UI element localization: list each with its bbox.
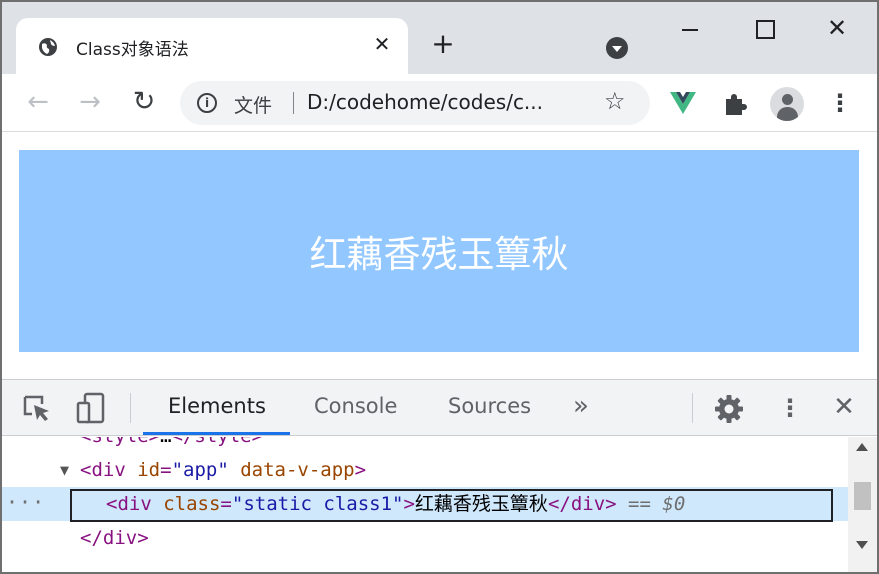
devtools-toolbar: Elements Console Sources » ⋮ ✕ [2, 380, 877, 436]
browser-menu-icon[interactable]: ⋮ [828, 88, 852, 118]
active-tab-indicator [143, 432, 290, 435]
bookmark-star-icon[interactable]: ☆ [604, 87, 626, 115]
window-close-button[interactable]: ✕ [822, 16, 852, 42]
security-label: 文件 [234, 95, 273, 117]
puzzle-icon[interactable] [722, 91, 748, 117]
banner-text: 红藕香残玉簟秋 [309, 233, 569, 276]
reload-button[interactable]: ↻ [130, 88, 158, 116]
attr-name: data-v-app [240, 459, 355, 481]
dom-line-app[interactable]: ▼ <div id="app" data-v-app> [2, 453, 848, 487]
browser-tab[interactable]: Class对象语法 ✕ [16, 18, 408, 74]
dom-line-app-close[interactable]: </div> [2, 521, 848, 555]
attr-name: id [137, 459, 161, 481]
info-icon[interactable]: i [197, 93, 217, 113]
tab-title: Class对象语法 [76, 40, 189, 60]
toolbar-divider [692, 393, 693, 423]
devtools-close-icon[interactable]: ✕ [830, 392, 858, 422]
more-tabs-icon[interactable]: » [573, 391, 589, 421]
selection-outline [70, 489, 833, 522]
tab-console[interactable]: Console [314, 394, 397, 418]
app-close-tag: </div> [80, 527, 149, 549]
close-icon[interactable]: ✕ [370, 32, 394, 56]
app-open-tag: <div [80, 459, 126, 481]
dom-line-style[interactable]: <style>…</style> [2, 437, 848, 453]
tab-search-icon[interactable] [606, 37, 628, 59]
toolbar-divider [130, 393, 131, 423]
address-bar[interactable]: i 文件 D:/codehome/codes/c... ☆ [180, 81, 650, 125]
dom-scrollbar[interactable] [848, 437, 877, 572]
style-ellipsis: … [160, 437, 171, 447]
scroll-up-icon[interactable] [856, 443, 868, 451]
globe-icon [39, 38, 57, 56]
maximize-button[interactable] [748, 16, 778, 42]
device-toolbar-icon[interactable] [76, 392, 106, 424]
avatar[interactable] [770, 87, 804, 121]
style-open-tag: <style> [80, 437, 160, 447]
style-close-tag: </style> [172, 437, 264, 447]
attr-value: "app" [171, 459, 229, 481]
browser-window: Class对象语法 ✕ + ✕ ← → ↻ i 文件 D:/codehome/c… [0, 0, 879, 574]
dom-tree: <style>…</style> ▼ <div id="app" data-v-… [2, 437, 848, 572]
scroll-down-icon[interactable] [856, 541, 868, 549]
tab-elements[interactable]: Elements [168, 394, 266, 418]
minimize-button[interactable] [675, 16, 705, 42]
url-text[interactable]: D:/codehome/codes/c... [307, 90, 543, 114]
new-tab-button[interactable]: + [430, 30, 456, 58]
tab-strip: Class对象语法 ✕ + ✕ [2, 2, 877, 74]
devtools-menu-icon[interactable]: ⋮ [778, 392, 802, 424]
tab-sources[interactable]: Sources [448, 394, 531, 418]
node-actions-icon[interactable]: ··· [6, 485, 45, 519]
app-tag-end: > [354, 459, 367, 481]
inspect-element-icon[interactable] [22, 394, 52, 424]
static-class-div: 红藕香残玉簟秋 [19, 150, 859, 352]
address-separator [293, 92, 294, 114]
vue-devtools-icon[interactable] [670, 92, 696, 114]
gear-icon[interactable] [714, 394, 744, 424]
scroll-thumb[interactable] [854, 482, 871, 510]
browser-toolbar: ← → ↻ i 文件 D:/codehome/codes/c... ☆ ⋮ [2, 74, 877, 132]
expand-toggle-icon[interactable]: ▼ [60, 453, 69, 487]
back-button[interactable]: ← [24, 88, 52, 116]
page-viewport: 红藕香残玉簟秋 [2, 133, 877, 379]
devtools-panel: Elements Console Sources » ⋮ ✕ ▼ <div id… [2, 379, 877, 572]
forward-button[interactable]: → [76, 88, 104, 116]
